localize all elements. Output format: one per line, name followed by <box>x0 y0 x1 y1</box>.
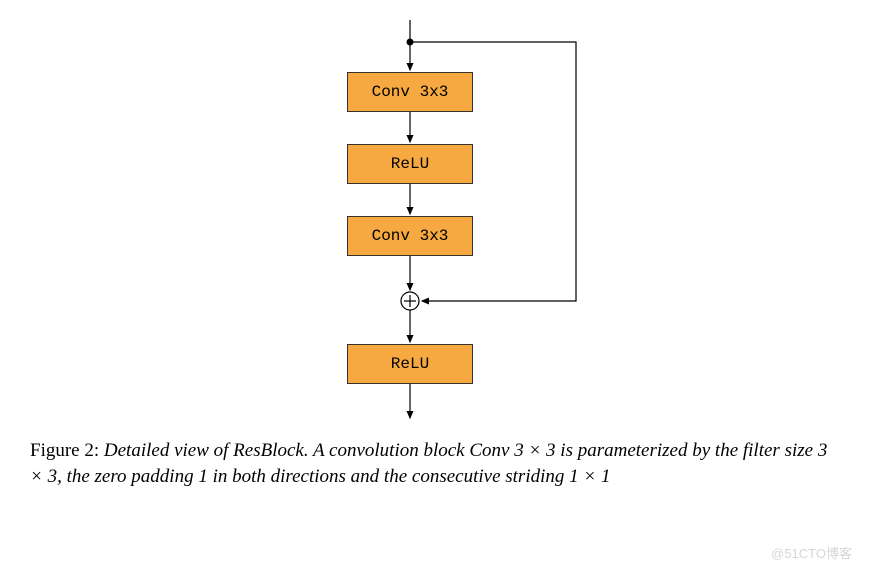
figure-label: Figure 2: <box>30 440 99 461</box>
block-label: Conv 3x3 <box>372 83 449 101</box>
block-label: Conv 3x3 <box>372 227 449 245</box>
block-relu1: ReLU <box>347 144 473 184</box>
caption-math: 3 × 3 <box>514 440 555 461</box>
caption-text: , the zero padding 1 in both directions … <box>57 466 569 487</box>
block-conv2: Conv 3x3 <box>347 216 473 256</box>
watermark: @51CTO博客 <box>771 543 852 562</box>
resblock-diagram: Conv 3x3 ReLU Conv 3x3 ReLU <box>20 20 852 430</box>
block-label: ReLU <box>391 155 429 173</box>
block-relu2: ReLU <box>347 344 473 384</box>
block-label: ReLU <box>391 355 429 373</box>
caption-math: 1 × 1 <box>569 466 610 487</box>
figure-caption: Figure 2: Detailed view of ResBlock. A c… <box>20 438 852 489</box>
caption-text: is parameterized by the filter size <box>556 440 818 461</box>
caption-text: Detailed view of ResBlock. A convolution… <box>104 440 514 461</box>
block-conv1: Conv 3x3 <box>347 72 473 112</box>
